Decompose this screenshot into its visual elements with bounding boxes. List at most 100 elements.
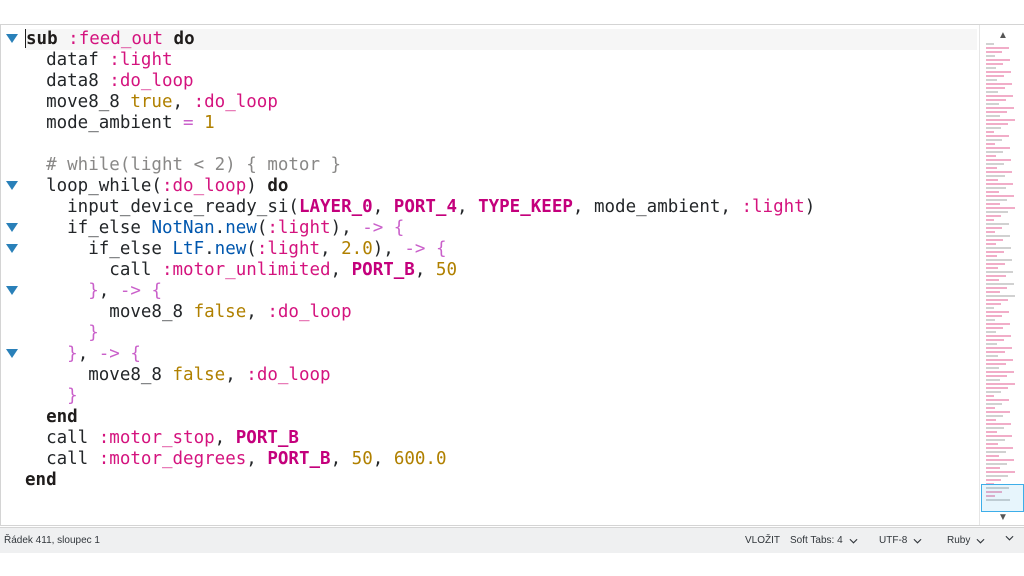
code-token: move8_8 [25,302,194,322]
minimap-line [986,59,1010,61]
code-line[interactable]: if_else NotNan.new(:light), -> { [25,218,977,239]
minimap-line [986,267,998,269]
code-token: mode_ambient [25,113,184,133]
code-token: , [457,197,479,217]
minimap[interactable]: ▲ ▼ [979,25,1024,525]
minimap-line [986,363,1006,365]
minimap-line [986,307,994,309]
code-line[interactable]: end [25,407,977,428]
code-token: -> { [404,239,447,259]
indent-selector[interactable]: Soft Tabs: 4 [790,535,858,546]
minimap-line [986,435,1012,437]
scroll-up-arrow-icon[interactable]: ▲ [996,29,1010,41]
minimap-line [986,439,1005,441]
minimap-line [986,71,1011,73]
syntax-selector[interactable]: Ruby [947,535,985,546]
minimap-line [986,331,996,333]
code-token: . [214,218,226,238]
code-token: data8 [25,71,110,91]
code-line[interactable]: call :motor_unlimited, PORT_B, 50 [25,260,977,281]
minimap-line [986,175,1005,177]
code-token: ) [246,176,268,196]
code-token: } [25,386,78,406]
fold-triangle-icon[interactable] [5,179,19,193]
minimap-line [986,355,998,357]
code-line[interactable] [25,134,977,155]
code-line[interactable]: input_device_ready_si(LAYER_0, PORT_4, T… [25,197,977,218]
code-line[interactable]: dataf :light [25,50,977,71]
code-token: new [225,218,257,238]
minimap-line [986,67,996,69]
code-line[interactable]: mode_ambient = 1 [25,113,977,134]
encoding-selector[interactable]: UTF-8 [879,535,922,546]
code-line[interactable]: # while(light < 2) { motor } [25,155,977,176]
minimap-line [986,131,994,133]
fold-triangle-icon[interactable] [5,32,19,46]
minimap-line [986,243,996,245]
minimap-line [986,111,1007,113]
code-line[interactable]: } [25,323,977,344]
encoding-label: UTF-8 [879,535,908,546]
minimap-line [986,383,1015,385]
code-token: PORT_B [235,428,299,448]
code-token: 1 [204,113,215,133]
code-line[interactable]: } [25,386,977,407]
minimap-line [986,151,1003,153]
code-token: = [183,113,194,133]
code-token: true [130,92,173,112]
editor-pane[interactable]: sub :feed_out do dataf :light data8 :do_… [0,24,1024,526]
minimap-line [986,391,1001,393]
code-line[interactable]: }, -> { [25,344,977,365]
minimap-line [986,291,1000,293]
code-line[interactable]: loop_while(:do_loop) do [25,176,977,197]
minimap-line [986,387,1008,389]
code-token: :do_loop [246,365,331,385]
code-token: -> { [362,218,405,238]
code-token: , [98,281,120,301]
minimap-viewport[interactable] [981,484,1024,512]
minimap-line [986,103,999,105]
code-line[interactable]: call :motor_degrees, PORT_B, 50, 600.0 [25,449,977,470]
minimap-line [986,115,1000,117]
code-line[interactable]: if_else LtF.new(:light, 2.0), -> { [25,239,977,260]
fold-triangle-icon[interactable] [5,221,19,235]
minimap-line [986,455,999,457]
code-token: 50 [351,449,373,469]
code-line[interactable]: move8_8 true, :do_loop [25,92,977,113]
code-token: , [225,365,247,385]
code-line[interactable]: end [25,470,977,491]
code-token: , [372,449,394,469]
fold-triangle-icon[interactable] [5,347,19,361]
code-line[interactable]: call :motor_stop, PORT_B [25,428,977,449]
minimap-line [986,191,999,193]
fold-triangle-icon[interactable] [5,284,19,298]
code-token: ( [256,218,268,238]
code-line[interactable]: move8_8 false, :do_loop [25,365,977,386]
code-line[interactable]: sub :feed_out do [25,29,977,50]
code-token: false [172,365,226,385]
code-token: . [204,239,215,259]
code-token: NotNan [151,218,215,238]
input-mode-label: VLOŽIT [745,535,781,546]
code-line[interactable]: }, -> { [25,281,977,302]
code-line[interactable]: move8_8 false, :do_loop [25,302,977,323]
minimap-line [986,343,997,345]
code-line[interactable]: data8 :do_loop [25,71,977,92]
code-area[interactable]: sub :feed_out do dataf :light data8 :do_… [25,29,977,491]
minimap-line [986,163,1004,165]
scroll-down-arrow-icon[interactable]: ▼ [996,511,1010,523]
minimap-line [986,79,997,81]
minimap-line [986,359,1013,361]
minimap-line [986,467,1000,469]
minimap-line [986,247,1011,249]
minimap-line [986,219,994,221]
code-token: sub [26,29,58,49]
chevron-down-icon [849,538,858,544]
input-mode[interactable]: VLOŽIT [745,535,780,546]
fold-gutter[interactable] [1,25,23,525]
code-token: , [330,260,352,280]
cursor-position[interactable]: Řádek 411, sloupec 1 [4,535,100,546]
options-menu[interactable] [1005,535,1014,541]
code-token: end [25,407,78,427]
fold-triangle-icon[interactable] [5,242,19,256]
